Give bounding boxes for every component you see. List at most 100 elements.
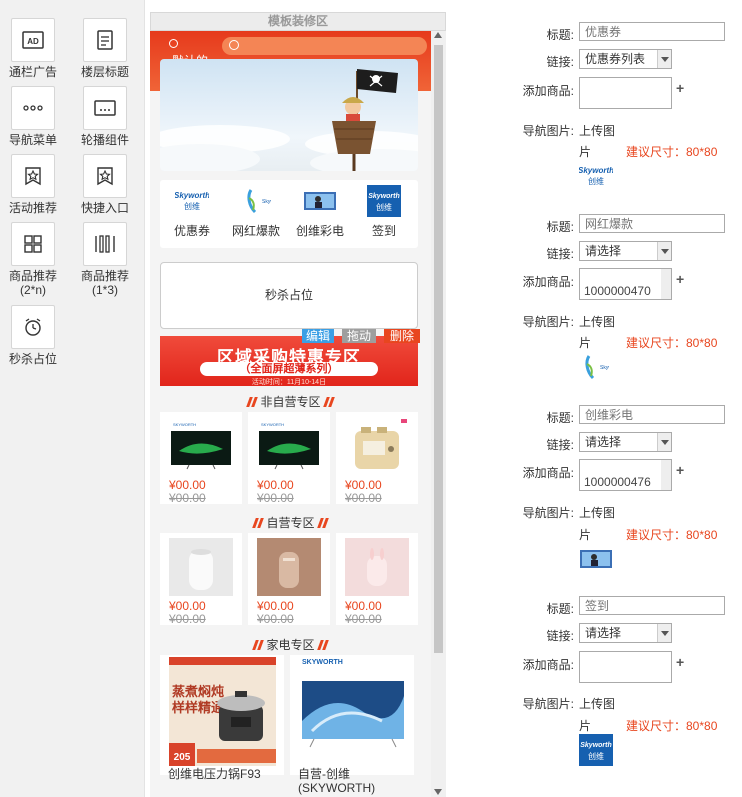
upload-link-cont[interactable]: 片 <box>579 334 591 351</box>
link-select[interactable]: 请选择 <box>579 241 672 261</box>
size-suggestion: 建议尺寸：80*80 <box>626 528 718 542</box>
tv-product-image: SKYWORTH <box>259 422 319 470</box>
flash-sale-placeholder[interactable]: 秒杀占位 <box>160 262 418 329</box>
link-select[interactable]: 请选择 <box>579 432 672 452</box>
upload-link[interactable]: 上传图 <box>579 122 615 139</box>
product-price: ¥00.00 <box>257 478 294 492</box>
svg-text:Skyworth: Skyworth <box>580 742 612 749</box>
goods-textarea[interactable] <box>579 77 672 109</box>
pirate-ship-illustration <box>160 69 418 171</box>
upload-link-cont[interactable]: 片 <box>579 143 591 160</box>
svg-text:创维: 创维 <box>376 202 392 212</box>
link-select[interactable]: 优惠券列表 <box>579 49 672 69</box>
palette-label: 商品推荐 (2*n) <box>8 269 57 297</box>
chevron-down-icon <box>657 624 671 642</box>
chevron-down-icon <box>657 433 671 451</box>
section-title-text: 自营专区 <box>266 516 315 530</box>
palette-item-floor-title[interactable]: 楼层标题 <box>72 18 138 79</box>
svg-text:SKYWORTH: SKYWORTH <box>261 422 284 427</box>
product-old-price: ¥00.00 <box>257 612 294 626</box>
pressure-cooker-image: 蒸煮焖炖 样样精通 205 <box>169 657 276 766</box>
product-old-price: ¥00.00 <box>345 612 382 626</box>
svg-text:AD: AD <box>27 37 39 46</box>
bookmark-star-icon <box>83 154 127 198</box>
skyworth-tv-image <box>302 681 404 748</box>
upload-link[interactable]: 上传图 <box>579 695 615 712</box>
palette-item-activity[interactable]: 活动推荐 <box>0 154 66 215</box>
scroll-down-icon[interactable] <box>434 789 442 795</box>
palette-item-goods-1x3[interactable]: 商品推荐 (1*3) <box>72 222 138 297</box>
title-label: 标题: <box>546 602 574 616</box>
product-card[interactable]: ¥00.00 ¥00.00 <box>336 533 418 626</box>
upload-link[interactable]: 上传图 <box>579 313 615 330</box>
component-palette: AD 通栏广告 楼层标题 导航菜单 轮播组件 活动推荐 快捷入口 商品推荐 (2… <box>0 0 145 797</box>
add-icon[interactable]: + <box>676 80 684 96</box>
more-dots-icon <box>11 86 55 130</box>
edit-button[interactable]: 编辑 <box>302 329 334 343</box>
skyworth-small-logo-icon: Skyworth <box>238 186 274 216</box>
preview-scrollbar[interactable] <box>431 31 446 797</box>
title-label: 标题: <box>546 411 574 425</box>
title-input[interactable] <box>579 22 725 41</box>
promo-banner[interactable]: 区域采购特惠专区 （全面屏超薄系列） 活动时间：11月10-14日 <box>160 336 418 386</box>
product-card[interactable]: ¥00.00 ¥00.00 <box>336 412 418 505</box>
product-card-large[interactable]: SKYWORTH 自营-创维 (SKYWORTH) <box>290 655 414 795</box>
product-price: ¥00.00 <box>345 599 382 613</box>
nav-item-hot[interactable]: Skyworth 网红爆款 <box>224 186 288 239</box>
product-card[interactable]: SKYWORTH ¥00.00 ¥00.00 <box>160 412 242 505</box>
title-label: 标题: <box>546 220 574 234</box>
nav-image-label: 导航图片: <box>522 697 574 711</box>
drag-button[interactable]: 拖动 <box>342 329 376 343</box>
palette-item-shortcut[interactable]: 快捷入口 <box>72 154 138 215</box>
palette-item-banner-ad[interactable]: AD 通栏广告 <box>0 18 66 79</box>
goods-textarea[interactable]: 1000000476 ,100000047 <box>579 459 672 491</box>
title-input[interactable] <box>579 596 725 615</box>
scrollbar-thumb[interactable] <box>434 45 443 653</box>
humidifier-product-image <box>345 538 409 596</box>
humidifier-product-image <box>169 538 233 596</box>
palette-label: 楼层标题 <box>80 65 129 79</box>
add-icon[interactable]: + <box>676 271 684 287</box>
delete-button[interactable]: 删除 <box>384 329 420 343</box>
scroll-up-icon[interactable] <box>434 32 442 38</box>
product-card[interactable]: SKYWORTH ¥00.00 ¥00.00 <box>248 412 330 505</box>
palette-label: 快捷入口 <box>80 201 129 215</box>
product-old-price: ¥00.00 <box>345 491 382 505</box>
skyworth-blue-logo-icon: Skyworth 创维 <box>579 734 613 766</box>
upload-link-cont[interactable]: 片 <box>579 717 591 734</box>
svg-text:SKYWORTH: SKYWORTH <box>173 422 196 427</box>
svg-text:创维: 创维 <box>184 201 200 211</box>
palette-item-goods-2n[interactable]: 商品推荐 (2*n) <box>0 222 66 297</box>
nav-item-tv[interactable]: 创维彩电 <box>288 186 352 239</box>
nav-item-label: 优惠券 <box>173 224 210 238</box>
title-input[interactable] <box>579 405 725 424</box>
add-icon[interactable]: + <box>676 462 684 478</box>
skyworth-small-logo-icon: Skyworth <box>585 355 609 380</box>
upload-link-cont[interactable]: 片 <box>579 526 591 543</box>
palette-item-flash-sale[interactable]: 秒杀占位 <box>0 305 66 366</box>
skyworth-brand-text: SKYWORTH <box>302 659 343 666</box>
goods-textarea[interactable] <box>579 651 672 683</box>
goods-textarea[interactable]: 1000000470 ,100000046 <box>579 268 672 300</box>
palette-item-nav-menu[interactable]: 导航菜单 <box>0 86 66 147</box>
palette-item-carousel[interactable]: 轮播组件 <box>72 86 138 147</box>
palette-label: 秒杀占位 <box>8 352 57 366</box>
svg-text:Skyworth: Skyworth <box>600 365 609 371</box>
carousel-banner[interactable] <box>160 59 418 171</box>
link-select[interactable]: 请选择 <box>579 623 672 643</box>
product-price: ¥00.00 <box>169 478 206 492</box>
nav-item-checkin[interactable]: Skyworth 创维 签到 <box>352 185 416 239</box>
product-old-price: ¥00.00 <box>169 612 206 626</box>
product-card[interactable]: ¥00.00 ¥00.00 <box>160 533 242 626</box>
add-icon[interactable]: + <box>676 654 684 670</box>
nav-item-coupon[interactable]: Skyworth 创维 优惠券 <box>160 186 224 239</box>
upload-link[interactable]: 上传图 <box>579 504 615 521</box>
svg-text:Skyworth: Skyworth <box>175 191 209 200</box>
search-input[interactable] <box>222 37 427 55</box>
product-card-large[interactable]: 蒸煮焖炖 样样精通 205 创维电压力锅F93 <box>160 655 284 781</box>
palette-label: 商品推荐 (1*3) <box>80 269 129 297</box>
title-input[interactable] <box>579 214 725 233</box>
product-old-price: ¥00.00 <box>257 491 294 505</box>
product-card[interactable]: ¥00.00 ¥00.00 <box>248 533 330 626</box>
palette-label: 活动推荐 <box>8 201 57 215</box>
